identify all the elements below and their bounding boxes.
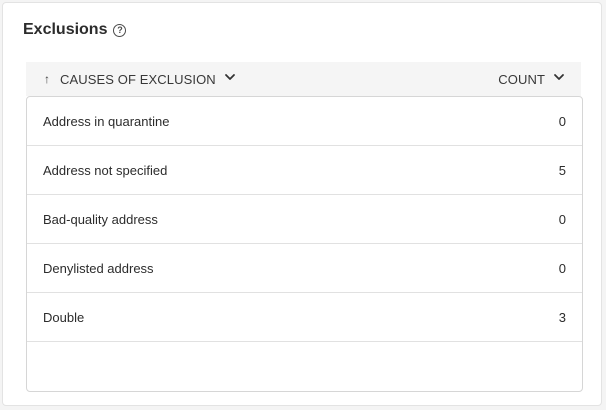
- card-header: Exclusions ?: [23, 21, 127, 39]
- table-row[interactable]: Bad-quality address 0: [27, 195, 582, 244]
- table-row[interactable]: Address in quarantine 0: [27, 97, 582, 146]
- row-cause: Bad-quality address: [43, 211, 158, 227]
- row-cause: Address not specified: [43, 162, 168, 178]
- row-cause: Address in quarantine: [43, 113, 170, 129]
- row-count: 0: [558, 113, 566, 129]
- exclusions-card: Exclusions ? ↑ CAUSES OF EXCLUSION COUNT…: [2, 2, 602, 406]
- column-header-count-label: COUNT: [498, 71, 545, 87]
- column-header-causes-label: CAUSES OF EXCLUSION: [60, 71, 216, 87]
- card-title: Exclusions: [23, 21, 108, 38]
- row-count: 3: [558, 309, 566, 325]
- row-count: 0: [558, 260, 566, 276]
- row-count: 0: [558, 211, 566, 227]
- row-count: 5: [558, 162, 566, 178]
- table-row[interactable]: Address not specified 5: [27, 146, 582, 195]
- column-header-count[interactable]: COUNT: [498, 72, 565, 87]
- sort-ascending-icon[interactable]: ↑: [42, 72, 52, 86]
- table-body: Address in quarantine 0 Address not spec…: [26, 96, 583, 392]
- table-header: ↑ CAUSES OF EXCLUSION COUNT: [26, 62, 581, 96]
- column-header-causes[interactable]: ↑ CAUSES OF EXCLUSION: [42, 72, 236, 87]
- table-row[interactable]: Denylisted address 0: [27, 244, 582, 293]
- chevron-down-icon[interactable]: [553, 71, 565, 83]
- chevron-down-icon[interactable]: [224, 71, 236, 83]
- help-icon[interactable]: ?: [113, 24, 127, 37]
- row-cause: Denylisted address: [43, 260, 154, 276]
- row-cause: Double: [43, 309, 85, 325]
- table-row[interactable]: Double 3: [27, 293, 582, 342]
